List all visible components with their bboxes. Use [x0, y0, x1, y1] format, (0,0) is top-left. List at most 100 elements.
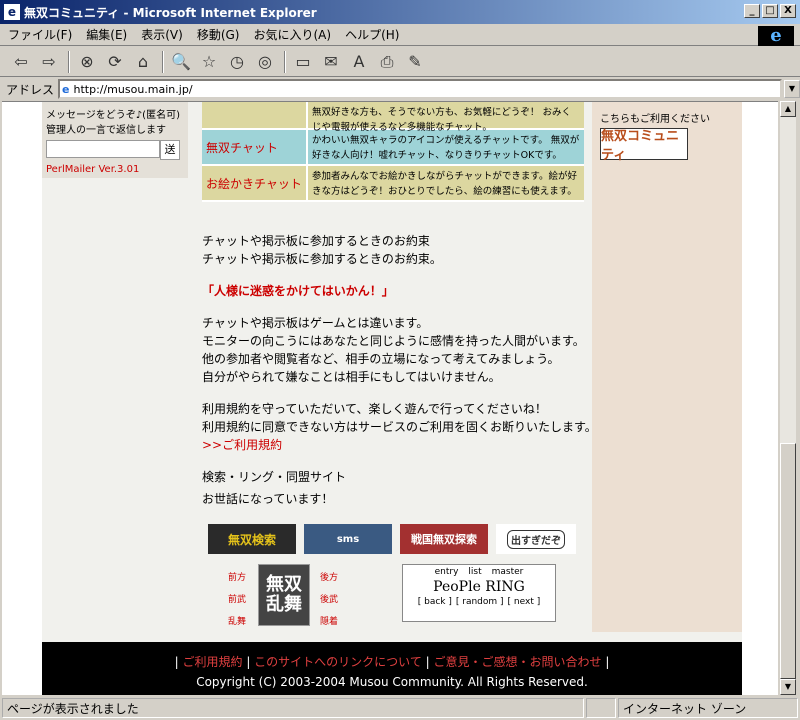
nav-bl[interactable]: 乱舞	[228, 614, 246, 627]
ie-icon: e	[4, 4, 20, 20]
ring-list[interactable]: list	[468, 567, 481, 577]
nav-mr[interactable]: 後武	[320, 592, 338, 605]
chat-desc: 無双好きな方も、そうでない方も、お気軽にどうぞ！ おみくじや電報が使えるなど多機…	[306, 102, 584, 133]
address-bar: アドレス e http://musou.main.jp/ ▼	[0, 78, 800, 100]
message-prompt: メッセージをどうぞ♪(匿名可)	[46, 110, 180, 121]
nav-ml[interactable]: 前武	[228, 592, 246, 605]
back-icon[interactable]: ⇦	[8, 50, 34, 74]
footer: | ご利用規約 | このサイトへのリンクについて | ご意見・ご感想・お問い合わ…	[42, 642, 742, 695]
rules-warning: 「人様に迷惑をかけてはいかん！」	[202, 284, 394, 298]
window-title: 無双コミュニティ - Microsoft Internet Explorer	[24, 5, 317, 20]
rules-line: モニターの向こうにはあなたと同じように感情を持った人間がいます。	[202, 334, 585, 348]
search-icon[interactable]: 🔍	[168, 50, 194, 74]
stop-icon[interactable]: ⊗	[74, 50, 100, 74]
menu-go[interactable]: 移動(G)	[197, 26, 240, 43]
page-viewport: メッセージをどうぞ♪(匿名可) 管理人の一言で返信します 送 PerlMaile…	[2, 101, 778, 695]
chat-desc: 参加者みんなでお絵かきしながらチャットができます。絵が好きな方はどうぞ！おひとり…	[306, 166, 584, 200]
vertical-scrollbar[interactable]: ▲ ▼	[780, 101, 796, 695]
chat-row: お絵かきチャット 参加者みんなでお絵かきしながらチャットができます。絵が好きな方…	[202, 166, 584, 202]
refresh-icon[interactable]: ⟳	[102, 50, 128, 74]
status-zone: インターネット ゾーン	[618, 698, 798, 718]
sms-banner[interactable]: sms	[304, 524, 392, 554]
channels-icon[interactable]: ◎	[252, 50, 278, 74]
page-icon: e	[62, 82, 70, 96]
copyright: Copyright (C) 2003-2004 Musou Community.…	[196, 675, 588, 689]
chat-desc: かわいい無双キャラのアイコンが使えるチャットです。 無双が好きな人向け！嘘れチャ…	[306, 130, 584, 164]
people-ring: entry list master PeoPle RING [ back ] […	[402, 564, 556, 622]
musou-ranbu-banner[interactable]: 無双乱舞	[258, 564, 310, 626]
message-note: 管理人の一言で返信します	[46, 125, 166, 136]
terms-line: 利用規約に同意できない方はサービスのご利用を固くお断りいたします。	[202, 420, 597, 434]
send-button[interactable]: 送	[160, 140, 180, 160]
edit-icon[interactable]: ✎	[402, 50, 428, 74]
status-text: ページが表示されました	[2, 698, 584, 718]
menu-favorites[interactable]: お気に入り(A)	[253, 26, 331, 43]
scroll-down-icon[interactable]: ▼	[780, 679, 796, 695]
chat-row: 無双チャット かわいい無双キャラのアイコンが使えるチャットです。 無双が好きな人…	[202, 130, 584, 166]
chat-name[interactable]	[202, 102, 306, 128]
ring-master[interactable]: master	[492, 567, 524, 577]
ring-entry[interactable]: entry	[435, 567, 459, 577]
dasugi-label: 出すぎだぞ	[507, 529, 565, 549]
forward-icon[interactable]: ⇨	[36, 50, 62, 74]
chat-table: 無双好きな方も、そうでない方も、お気軽にどうぞ！ おみくじや電報が使えるなど多機…	[202, 102, 584, 202]
rules-line: チャットや掲示板はゲームとは違います。	[202, 316, 429, 330]
dasugi-banner[interactable]: 出すぎだぞ	[496, 524, 576, 554]
scroll-thumb[interactable]	[780, 443, 796, 679]
nav-tl[interactable]: 前方	[228, 570, 246, 583]
musou-community-banner[interactable]: 無双コミュニティ	[600, 128, 688, 163]
fullscreen-icon[interactable]: ▭	[290, 50, 316, 74]
favorites-icon[interactable]: ☆	[196, 50, 222, 74]
rules-heading: チャットや掲示板に参加するときのお約束	[202, 234, 430, 248]
ring-title: PeoPle RING	[433, 579, 525, 595]
ring-random[interactable]: [ random ]	[456, 597, 504, 607]
chat-name[interactable]: お絵かきチャット	[202, 166, 306, 200]
rules-subheading: チャットや掲示板に参加するときのお約束。	[202, 252, 442, 266]
terms-line: 利用規約を守っていただいて、楽しく遊んで行ってくださいね！	[202, 402, 547, 416]
home-icon[interactable]: ⌂	[130, 50, 156, 74]
main-content: チャットや掲示板に参加するときのお約束 チャットや掲示板に参加するときのお約束。…	[202, 232, 597, 508]
address-label: アドレス	[6, 82, 55, 97]
nav-br[interactable]: 隠着	[320, 614, 338, 627]
menu-file[interactable]: ファイル(F)	[8, 26, 72, 43]
rules-paragraph: チャットや掲示板はゲームとは違います。 モニターの向こうにはあなたと同じように感…	[202, 314, 597, 386]
address-input[interactable]: e http://musou.main.jp/	[58, 79, 782, 99]
address-dropdown-icon[interactable]: ▼	[784, 80, 800, 98]
close-button[interactable]: X	[780, 4, 796, 18]
rules-line: 自分がやられて嫌なことは相手にもしてはいけません。	[202, 370, 501, 384]
menu-bar: ファイル(F) 編集(E) 表示(V) 移動(G) お気に入り(A) ヘルプ(H…	[0, 24, 800, 46]
print-icon[interactable]: ⎙	[374, 50, 400, 74]
ring-back[interactable]: [ back ]	[418, 597, 452, 607]
links-title: 検索・リング・同盟サイト	[202, 470, 347, 484]
banner-row: 無双検索 sms 戦国無双探索 出すぎだぞ	[208, 524, 576, 554]
menu-edit[interactable]: 編集(E)	[86, 26, 127, 43]
footer-linking-link[interactable]: このサイトへのリンクについて	[254, 655, 422, 669]
footer-contact-link[interactable]: ご意見・ご感想・お問い合わせ	[434, 655, 602, 669]
footer-terms-link[interactable]: ご利用規約	[182, 655, 242, 669]
footer-links: | ご利用規約 | このサイトへのリンクについて | ご意見・ご感想・お問い合わ…	[174, 655, 610, 669]
font-icon[interactable]: A	[346, 50, 372, 74]
chat-name[interactable]: 無双チャット	[202, 130, 306, 164]
terms-paragraph: 利用規約を守っていただいて、楽しく遊んで行ってくださいね！ 利用規約に同意できな…	[202, 400, 597, 454]
minimize-button[interactable]: _	[744, 4, 760, 18]
ring-next[interactable]: [ next ]	[508, 597, 541, 607]
title-bar: e 無双コミュニティ - Microsoft Internet Explorer…	[0, 0, 800, 24]
menu-view[interactable]: 表示(V)	[141, 26, 183, 43]
status-pane	[586, 698, 616, 718]
history-icon[interactable]: ◷	[224, 50, 250, 74]
scroll-up-icon[interactable]: ▲	[780, 101, 796, 117]
message-box: メッセージをどうぞ♪(匿名可) 管理人の一言で返信します 送 PerlMaile…	[42, 102, 188, 178]
right-column: こちらもご利用ください 無双コミュニティ	[592, 102, 742, 632]
thanks-text: お世話になっています！	[202, 492, 334, 506]
mail-icon[interactable]: ✉	[318, 50, 344, 74]
message-input[interactable]	[46, 140, 160, 158]
musou-search-banner[interactable]: 無双検索	[208, 524, 296, 554]
nav-tr[interactable]: 後方	[320, 570, 338, 583]
maximize-button[interactable]: □	[762, 4, 778, 18]
menu-help[interactable]: ヘルプ(H)	[345, 26, 399, 43]
sengoku-search-banner[interactable]: 戦国無双探索	[400, 524, 488, 554]
terms-link[interactable]: >>ご利用規約	[202, 436, 597, 454]
address-url: http://musou.main.jp/	[73, 82, 193, 96]
rules-line: 他の参加者や閲覧者など、相手の立場になって考えてみましょう。	[202, 352, 560, 366]
mailer-link[interactable]: PerlMailer Ver.3.01	[46, 164, 184, 175]
